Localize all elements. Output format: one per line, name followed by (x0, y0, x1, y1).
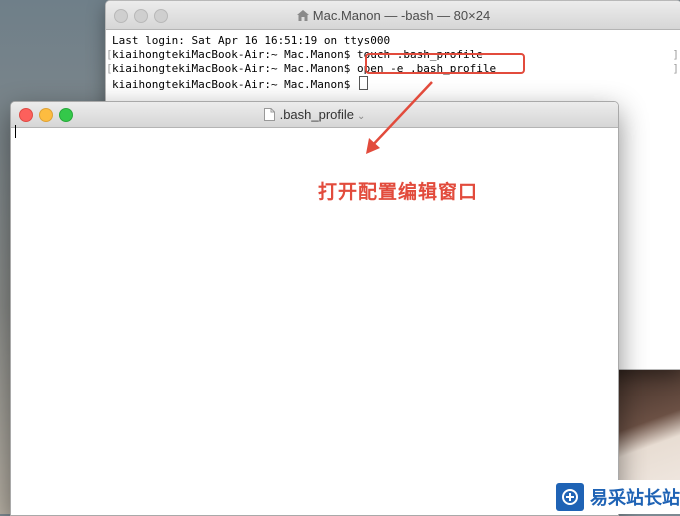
terminal-line: Last login: Sat Apr 16 16:51:19 on ttys0… (112, 34, 391, 47)
textedit-window[interactable]: .bash_profile ⌄ (10, 101, 619, 516)
editor-titlebar[interactable]: .bash_profile ⌄ (11, 102, 618, 128)
text-cursor (15, 125, 16, 138)
site-watermark: 易采站长站 (546, 480, 680, 514)
mark-bracket: [ (106, 48, 113, 61)
home-icon (296, 10, 309, 21)
terminal-prompt: kiaihongtekiMacBook-Air:~ Mac.Manon$ (112, 78, 358, 91)
terminal-title: Mac.Manon — -bash — 80×24 (106, 8, 680, 23)
terminal-title-text: Mac.Manon — -bash — 80×24 (312, 8, 491, 23)
annotation-arrow (366, 81, 433, 154)
command-highlight-box (365, 53, 525, 74)
document-icon (263, 108, 275, 121)
editor-title-text: .bash_profile (279, 107, 355, 122)
editor-title[interactable]: .bash_profile ⌄ (11, 107, 618, 122)
mark-bracket: [ (106, 62, 113, 75)
editor-text-area[interactable] (11, 127, 618, 515)
mark-bracket: ] (672, 62, 679, 75)
annotation-label: 打开配置编辑窗口 (318, 182, 479, 203)
watermark-text: 易采站长站 (590, 488, 680, 508)
watermark-logo (556, 483, 584, 511)
mark-bracket: ] (672, 48, 679, 61)
terminal-titlebar[interactable]: Mac.Manon — -bash — 80×24 (106, 1, 680, 30)
